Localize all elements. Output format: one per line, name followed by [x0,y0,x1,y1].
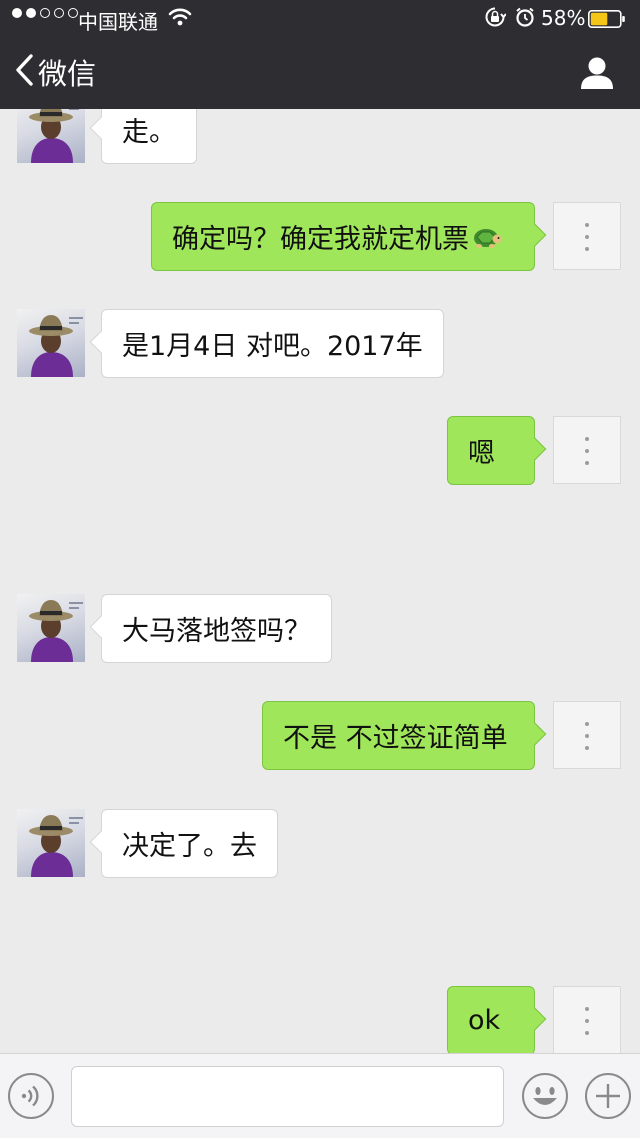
contact-avatar[interactable] [17,309,85,377]
message-text: 是1月4日 对吧。2017年 [122,331,423,362]
message-bubble-incoming[interactable]: 决定了。去 [101,809,278,878]
contact-avatar[interactable] [17,809,85,877]
nav-bar: 微信 [0,36,640,109]
message-bubble-incoming[interactable]: 是1月4日 对吧。2017年 [101,309,444,378]
battery-percent: 58% [541,6,586,30]
wifi-icon [168,6,192,33]
alarm-icon [514,6,536,33]
plus-icon[interactable] [584,1072,632,1120]
chat-area[interactable]: 走。 确定吗？确定我就定机票 是1月4日 对吧。2017年 嗯 大马落地签吗？ … [0,109,640,1053]
status-bar: 中国联通 58% [0,0,640,36]
message-text: 确定吗？确定我就定机票 [172,224,469,255]
voice-icon[interactable] [7,1072,55,1120]
message-text: 不是 不过签证简单 [283,723,508,754]
vertical-dots-icon[interactable] [553,202,621,270]
person-icon[interactable] [578,54,616,92]
vertical-dots-icon[interactable] [553,986,621,1053]
message-bubble-outgoing[interactable]: ok [447,986,535,1053]
turtle-emoji-icon [472,223,502,251]
message-text: ok [468,1005,501,1036]
message-bubble-incoming[interactable]: 大马落地签吗？ [101,594,332,663]
contact-avatar[interactable] [17,594,85,662]
message-bubble-incoming[interactable]: 走。 [101,109,197,164]
message-text: 大马落地签吗？ [122,616,311,647]
battery-icon [588,9,626,28]
message-bubble-outgoing[interactable]: 确定吗？确定我就定机票 [151,202,535,271]
message-text: 走。 [122,117,176,148]
contact-avatar[interactable] [17,109,85,163]
vertical-dots-icon[interactable] [553,701,621,769]
emoji-icon[interactable] [521,1072,569,1120]
rotation-lock-icon [484,6,507,33]
message-bubble-outgoing[interactable]: 不是 不过签证简单 [262,701,535,770]
message-bubble-outgoing[interactable]: 嗯 [447,416,535,485]
chevron-left-icon [14,53,34,91]
message-text: 决定了。去 [122,831,257,862]
message-text: 嗯 [468,438,495,469]
signal-strength-icon [12,8,78,18]
vertical-dots-icon[interactable] [553,416,621,484]
message-input[interactable] [71,1066,504,1127]
back-label: 微信 [38,57,97,91]
carrier-name: 中国联通 [78,10,158,34]
input-bar [0,1053,640,1138]
back-button[interactable]: 微信 [14,53,97,91]
